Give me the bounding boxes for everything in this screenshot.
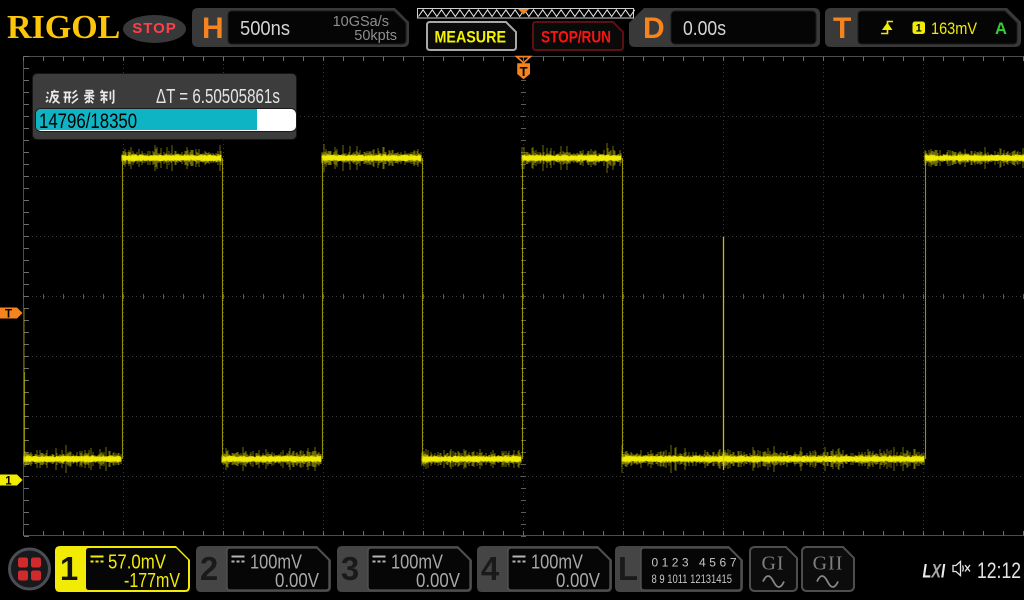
svg-text:GI: GI bbox=[761, 553, 784, 575]
svg-text:T: T bbox=[520, 64, 528, 79]
svg-text:T: T bbox=[5, 309, 12, 321]
svg-text:1: 1 bbox=[5, 476, 12, 488]
svg-text:-177mV: -177mV bbox=[124, 570, 181, 592]
svg-text:STOP/RUN: STOP/RUN bbox=[541, 28, 611, 47]
svg-text:0.00s: 0.00s bbox=[683, 18, 726, 40]
svg-text:A: A bbox=[995, 20, 1007, 38]
svg-text:163mV: 163mV bbox=[931, 20, 977, 38]
svg-text:0 1 2 3: 0 1 2 3 bbox=[652, 556, 689, 570]
svg-text:0.00V: 0.00V bbox=[556, 570, 601, 592]
svg-text:0.00V: 0.00V bbox=[416, 570, 461, 592]
svg-text:1: 1 bbox=[916, 23, 922, 35]
svg-text:0.00V: 0.00V bbox=[275, 570, 320, 592]
svg-text:4 5 6 7: 4 5 6 7 bbox=[699, 556, 737, 570]
svg-text:4: 4 bbox=[481, 550, 500, 587]
svg-text:12:12: 12:12 bbox=[977, 558, 1021, 583]
svg-text:500ns: 500ns bbox=[240, 18, 290, 40]
svg-text:L: L bbox=[618, 550, 638, 587]
svg-text:50kpts: 50kpts bbox=[354, 28, 397, 44]
svg-text:1: 1 bbox=[60, 550, 78, 587]
svg-text:8 9 1011 12131415: 8 9 1011 12131415 bbox=[652, 572, 733, 586]
svg-text:3: 3 bbox=[341, 550, 359, 587]
svg-text:2: 2 bbox=[200, 550, 218, 587]
svg-text:GII: GII bbox=[813, 553, 844, 575]
svg-text:LXI: LXI bbox=[923, 561, 946, 583]
svg-text:MEASURE: MEASURE bbox=[435, 28, 507, 47]
